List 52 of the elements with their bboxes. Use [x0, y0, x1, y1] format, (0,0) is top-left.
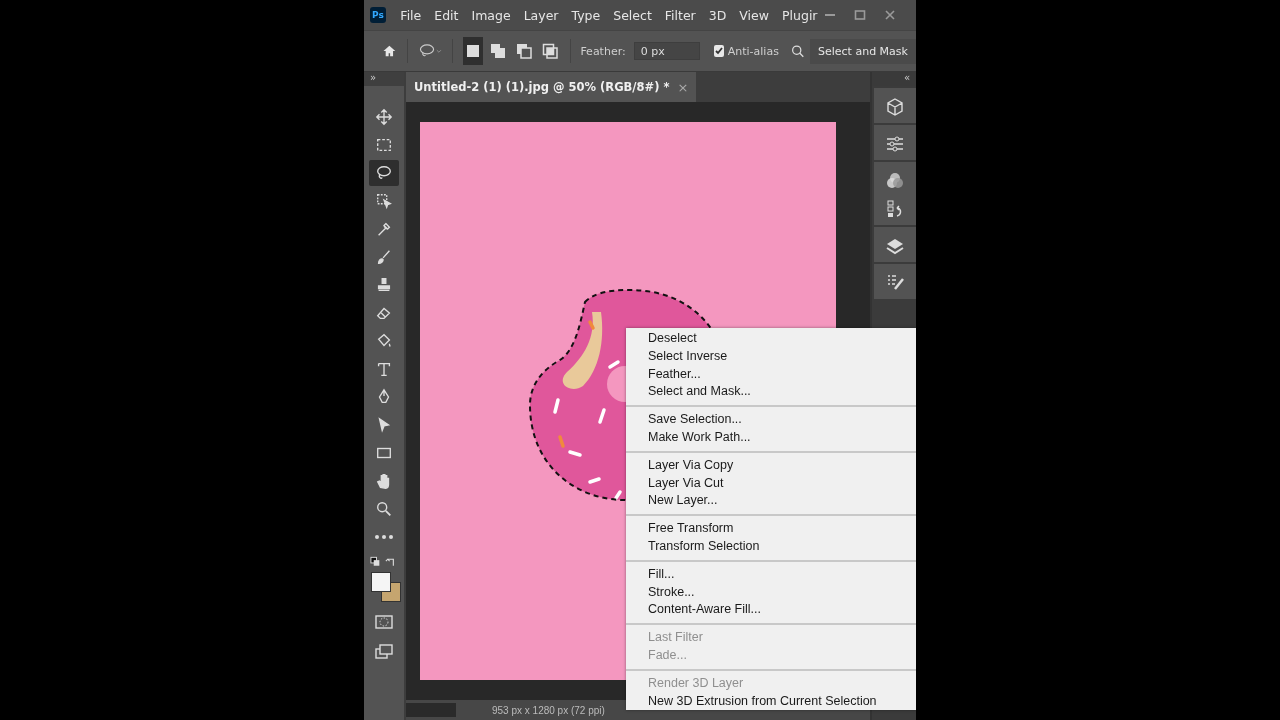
- menu-item[interactable]: Select Inverse: [626, 347, 916, 366]
- menu-item[interactable]: Stroke...: [626, 583, 916, 602]
- color-circles-icon[interactable]: [885, 171, 905, 191]
- expand-panel-button[interactable]: »: [364, 72, 404, 86]
- more-icon[interactable]: [374, 534, 394, 540]
- document-tab[interactable]: Untitled-2 (1) (1).jpg @ 50% (RGB/8#) * ×: [406, 72, 697, 102]
- menu-item[interactable]: Fill...: [626, 565, 916, 584]
- menu-item[interactable]: Image: [465, 7, 518, 23]
- intersect-selection-icon: [541, 43, 558, 59]
- menu-item[interactable]: Select and Mask...: [626, 383, 916, 402]
- feather-field[interactable]: 0 px: [633, 42, 700, 60]
- sliders-icon[interactable]: [885, 134, 905, 154]
- menu-item[interactable]: 3D: [702, 7, 733, 23]
- lasso-icon[interactable]: [369, 160, 399, 186]
- maximize-icon[interactable]: [854, 9, 866, 21]
- subtract-selection-icon: [516, 43, 533, 59]
- quick-mask-icon[interactable]: [374, 612, 394, 632]
- menu-item[interactable]: Make Work Path...: [626, 429, 916, 447]
- menu-item[interactable]: Plugir: [775, 7, 824, 23]
- menu-item[interactable]: Deselect: [626, 330, 916, 348]
- app-logo: Ps: [370, 7, 386, 23]
- select-and-mask-button[interactable]: Select and Mask: [810, 38, 916, 64]
- cube-icon[interactable]: [885, 97, 905, 117]
- menu-item[interactable]: Select: [606, 7, 659, 23]
- menu-item[interactable]: Filter: [658, 7, 703, 23]
- menu-item[interactable]: Free Transform: [626, 520, 916, 538]
- menu-item[interactable]: Save Selection...: [626, 411, 916, 429]
- menu-item[interactable]: File: [393, 7, 428, 23]
- menu-item[interactable]: Layer Via Copy: [626, 456, 916, 475]
- menu-item[interactable]: Feather...: [626, 365, 916, 384]
- anti-alias-checkbox[interactable]: [713, 45, 724, 57]
- add-selection-icon: [490, 43, 507, 59]
- menu-item[interactable]: Layer Via Cut: [626, 474, 916, 493]
- menu-item[interactable]: New Layer...: [626, 492, 916, 511]
- selection-mode-button[interactable]: [462, 37, 483, 65]
- menu-item[interactable]: Type: [565, 7, 607, 23]
- menu-item[interactable]: View: [732, 7, 776, 23]
- menu-item[interactable]: New 3D Extrusion from Current Selection: [626, 692, 916, 711]
- close-icon[interactable]: [884, 9, 896, 21]
- document-info: 953 px x 1280 px (72 ppi): [492, 704, 605, 716]
- zoom-field[interactable]: [406, 703, 456, 717]
- search-icon[interactable]: [790, 43, 804, 59]
- menu-item[interactable]: Content-Aware Fill...: [626, 601, 916, 620]
- color-swatches[interactable]: [369, 570, 399, 602]
- new-selection-icon: [464, 43, 481, 59]
- screen-mode-icon[interactable]: [374, 642, 394, 662]
- feather-label: Feather:: [580, 44, 626, 58]
- layers-icon[interactable]: [885, 236, 905, 256]
- menu-item[interactable]: Transform Selection: [626, 537, 916, 556]
- anti-alias-label: Anti-alias: [727, 44, 779, 58]
- menu-item[interactable]: Edit: [427, 7, 465, 23]
- menu-item[interactable]: Layer: [517, 7, 565, 23]
